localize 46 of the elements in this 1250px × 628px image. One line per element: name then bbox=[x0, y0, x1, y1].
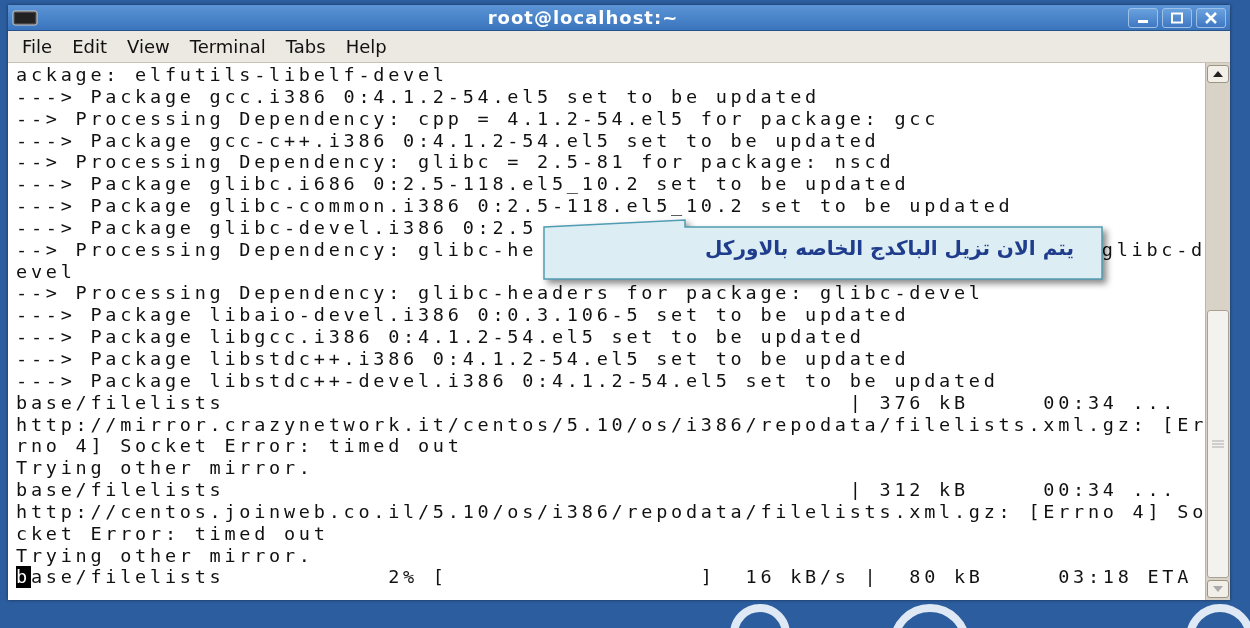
terminal-line: ---> Package libgcc.i386 0:4.1.2-54.el5 set to be updated bbox=[16, 326, 865, 348]
terminal-line: --> Processing Dependency: glibc-he bbox=[16, 238, 538, 261]
menu-item[interactable]: Terminal bbox=[179, 36, 276, 57]
minimize-icon bbox=[1138, 20, 1148, 23]
terminal-line: Trying other mirror. bbox=[16, 544, 314, 567]
terminal-line: ---> Package libstdc++.i386 0:4.1.2-54.el5 set to be updated bbox=[16, 347, 910, 370]
terminal-line: ---> Package glibc-devel.i386 0:2.5 bbox=[16, 216, 538, 239]
menu-item[interactable]: File bbox=[12, 36, 63, 57]
down-arrow-icon bbox=[1213, 586, 1223, 592]
text-cursor: b bbox=[16, 566, 31, 589]
scroll-down-button[interactable] bbox=[1207, 580, 1229, 598]
terminal-line: ---> Package gcc-c++.i386 0:4.1.2-54.el5 set to be updated bbox=[16, 129, 880, 152]
terminal-line: ---> Package gcc.i386 0:4.1.2-54.el5 set to be updated bbox=[16, 85, 820, 108]
terminal-line: --> Processing Dependency: glibc-headers for package: glibc-devel bbox=[16, 282, 984, 305]
terminal-line: glibc-d bbox=[1101, 238, 1206, 261]
terminal-line: cket Error: timed out bbox=[16, 522, 329, 545]
terminal-icon bbox=[12, 9, 38, 26]
terminal-line: http://mirror.crazynetwork.it/centos/5.10/os/i386/repodata/filelists.xml.gz: [Er bbox=[16, 413, 1208, 436]
close-icon bbox=[1204, 11, 1218, 24]
terminal-line: --> Processing Dependency: cpp = 4.1.2-54.el5 for package: gcc bbox=[16, 107, 940, 130]
callout-text: يتم الان تزيل الباكدج الخاصه بالاوركل bbox=[704, 236, 1074, 260]
maximize-icon bbox=[1170, 11, 1184, 24]
close-button[interactable] bbox=[1196, 7, 1226, 28]
menu-item[interactable]: Help bbox=[335, 36, 397, 57]
terminal-line: ackage: elfutils-libelf-devel bbox=[16, 64, 448, 86]
terminal-line: --> Processing Dependency: glibc = 2.5-81 for package: nscd bbox=[16, 151, 895, 174]
terminal-line: rno 4] Socket Error: timed out bbox=[16, 435, 463, 458]
terminal-line: ---> Package glibc.i686 0:2.5-118.el5_10.2 set to be updated bbox=[16, 173, 910, 196]
terminal-line: ---> Package libaio-devel.i386 0:0.3.106-5 set to be updated bbox=[16, 304, 910, 327]
up-arrow-icon bbox=[1213, 71, 1223, 77]
window-title: root@localhost:~ bbox=[486, 7, 680, 28]
menu-item[interactable]: View bbox=[117, 36, 180, 57]
terminal-line: http://centos.joinweb.co.il/5.10/os/i386/repodata/filelists.xml.gz: [Errno 4] So bbox=[16, 500, 1208, 523]
terminal-line: base/filelists | 376 kB 00:34 ... bbox=[16, 391, 1178, 414]
menu-item[interactable]: Tabs bbox=[275, 36, 336, 57]
minimize-button[interactable] bbox=[1128, 7, 1158, 28]
maximize-button[interactable] bbox=[1162, 7, 1192, 28]
terminal-line: base/filelists | 312 kB 00:34 ... bbox=[16, 479, 1178, 501]
menu-item[interactable]: Edit bbox=[62, 36, 117, 57]
terminal-line: evel bbox=[16, 260, 76, 283]
scrollbar-thumb[interactable] bbox=[1207, 310, 1229, 578]
terminal-line: ase/filelists 2% [ ] 16 kB/s | 80 kB 03:18 ETA bbox=[30, 566, 1193, 589]
terminal-line: ---> Package glibc-common.i386 0:2.5-118.el5_10.2 set to be updated bbox=[16, 195, 1014, 217]
scroll-up-button[interactable] bbox=[1207, 65, 1229, 83]
terminal-line: Trying other mirror. bbox=[16, 457, 314, 480]
terminal-line: ---> Package libstdc++-devel.i386 0:4.1.2-54.el5 set to be updated bbox=[16, 369, 999, 392]
